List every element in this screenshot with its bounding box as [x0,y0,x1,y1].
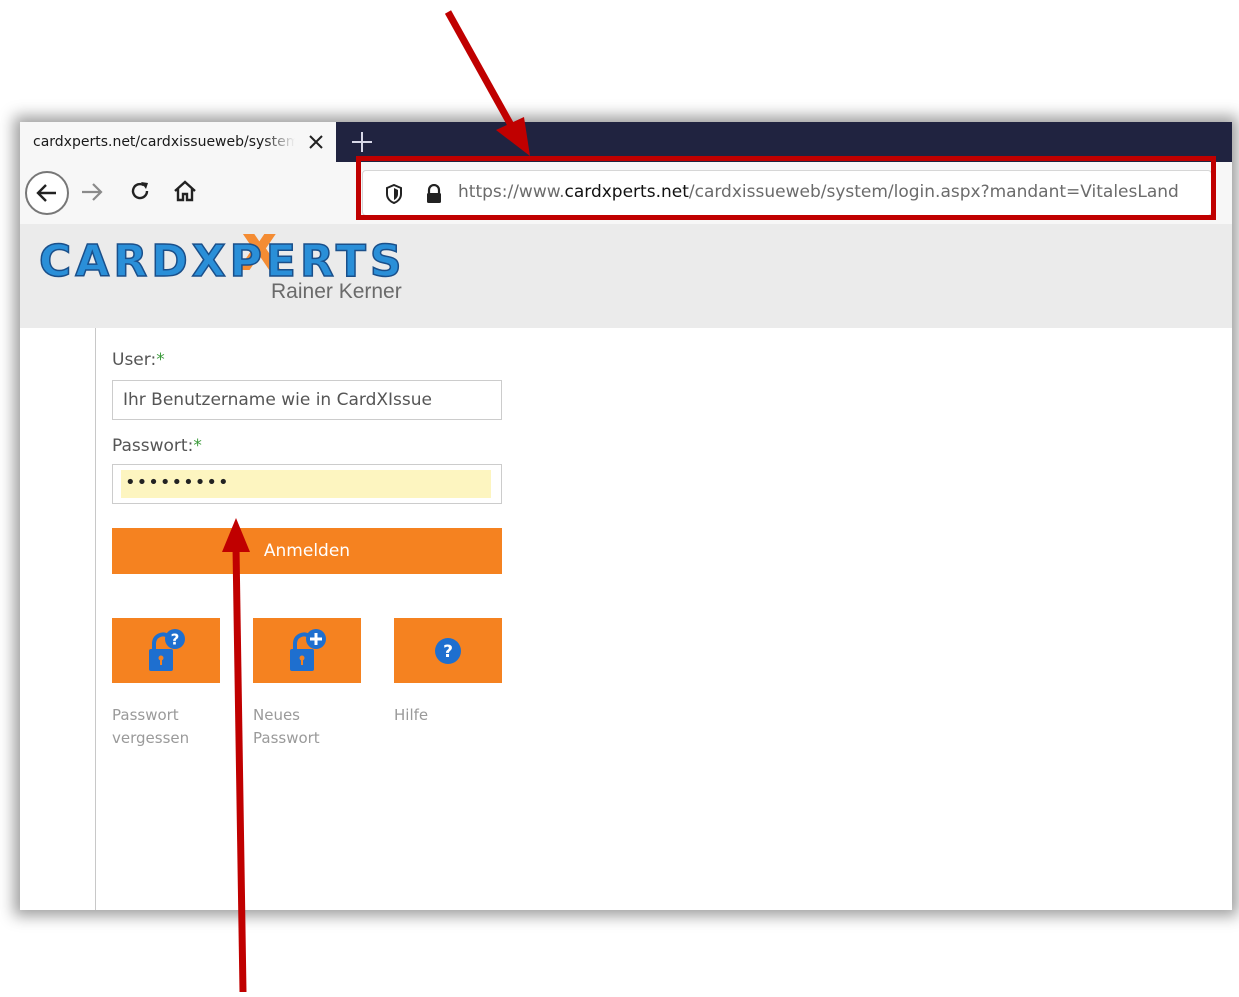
forward-arrow-icon[interactable] [80,181,104,203]
required-marker: * [156,350,165,370]
user-label: User:* [112,350,165,370]
cardxperts-logo: X CARDXPERTS Rainer Kerner [38,234,402,302]
required-marker: * [193,436,202,456]
svg-text:?: ? [443,642,453,662]
lock-question-icon: ? [149,628,185,671]
help-label[interactable]: Hilfe [394,704,494,727]
new-tab-icon[interactable] [350,130,374,154]
password-masked-value: ••••••••• [125,472,230,493]
tab-title: cardxperts.net/cardxissueweb/system [33,134,295,150]
help-tile[interactable]: ? [394,618,502,683]
new-password-tile[interactable] [253,618,361,683]
password-field[interactable]: ••••••••• [112,464,502,504]
url-highlight-box [356,156,1216,220]
back-button[interactable] [25,171,69,215]
login-button[interactable]: Anmelden [112,528,502,574]
password-autofill[interactable]: ••••••••• [121,470,491,498]
reload-icon[interactable] [128,179,152,203]
password-label: Passwort:* [112,436,202,456]
home-icon[interactable] [172,178,198,204]
help-icon: ? [435,637,461,664]
browser-window: cardxperts.net/cardxissueweb/system http… [20,122,1232,910]
forgot-password-tile[interactable]: ? [112,618,220,683]
forgot-password-label[interactable]: Passwort vergessen [112,704,212,750]
user-input[interactable] [113,381,501,419]
user-field[interactable] [112,380,502,420]
login-content: User:* Passwort:* ••••••••• Anmelden ? [20,328,1232,910]
new-password-label[interactable]: Neues Passwort [253,704,353,750]
back-arrow-icon [36,184,56,202]
lock-plus-icon [290,628,326,671]
svg-text:?: ? [171,630,180,648]
logo-subtitle: Rainer Kerner [271,280,402,302]
browser-tab[interactable]: cardxperts.net/cardxissueweb/system [20,122,336,162]
page-header: X CARDXPERTS Rainer Kerner [20,224,1232,329]
sidebar-divider [95,328,96,910]
close-tab-icon[interactable] [306,132,326,152]
arrow-to-url-line [444,10,516,129]
